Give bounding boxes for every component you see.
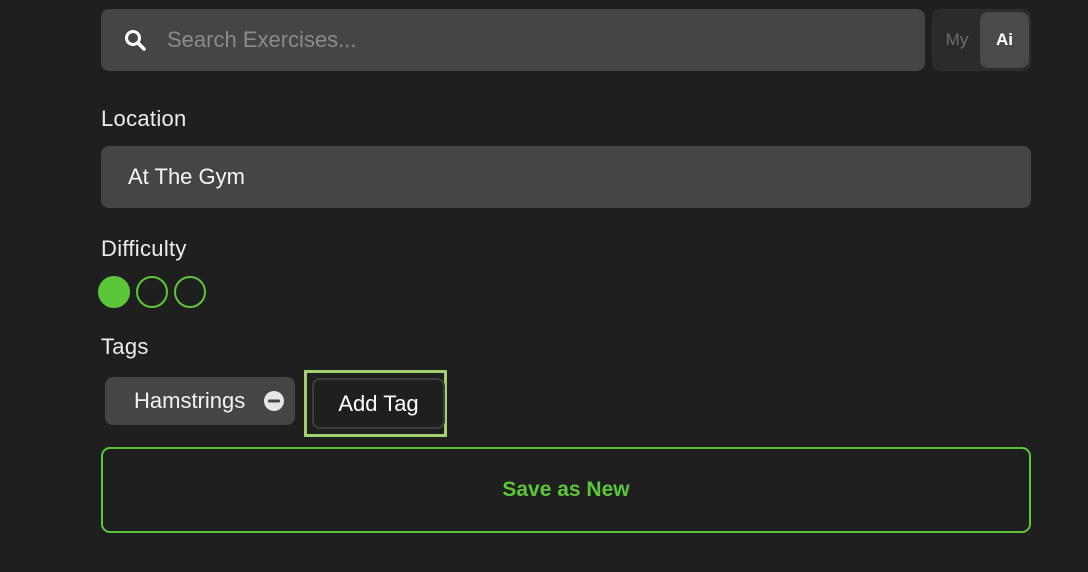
tag-chip-label: Hamstrings	[134, 388, 246, 413]
location-label: Location	[101, 106, 187, 131]
difficulty-selector	[98, 276, 206, 310]
source-toggle-ai[interactable]: Ai	[980, 12, 1029, 68]
tag-chip: Hamstrings	[105, 377, 295, 425]
location-value: At The Gym	[128, 164, 245, 189]
add-tag-button[interactable]: Add Tag	[312, 378, 445, 429]
add-tag-highlight: Add Tag	[304, 370, 447, 437]
search-row: My Ai	[101, 9, 1031, 71]
save-as-new-button[interactable]: Save as New	[101, 447, 1031, 533]
difficulty-dot-3[interactable]	[174, 276, 206, 308]
search-icon	[125, 30, 146, 51]
source-toggle: My Ai	[932, 9, 1031, 71]
search-input[interactable]	[167, 9, 907, 71]
source-toggle-my[interactable]: My	[933, 10, 981, 70]
difficulty-label: Difficulty	[101, 236, 187, 261]
exercise-editor: My Ai Location At The Gym Difficulty Tag…	[0, 0, 1088, 572]
search-box[interactable]	[101, 9, 925, 71]
difficulty-dot-1[interactable]	[98, 276, 130, 308]
tags-label: Tags	[101, 334, 149, 359]
difficulty-dot-2[interactable]	[136, 276, 168, 308]
location-field[interactable]: At The Gym	[101, 146, 1031, 208]
remove-icon[interactable]	[263, 390, 285, 412]
